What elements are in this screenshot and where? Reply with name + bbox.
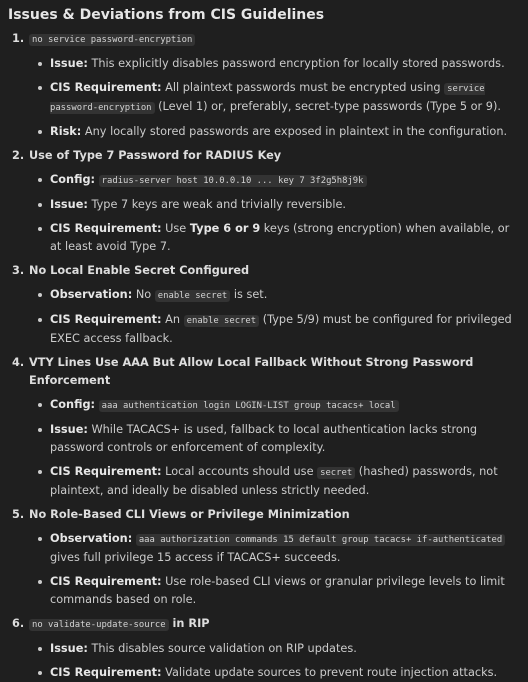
- issue-title: 5. No Role-Based CLI Views or Privilege …: [8, 506, 522, 524]
- point-label: CIS Requirement:: [50, 666, 162, 679]
- point-text: is set.: [233, 288, 268, 301]
- list-item: CIS Requirement: Local accounts should u…: [38, 463, 522, 500]
- issue-number: 3.: [12, 264, 25, 277]
- point-label: Risk:: [50, 125, 82, 138]
- list-item: Observation: aaa authorization commands …: [38, 530, 522, 567]
- point-label: Config:: [50, 173, 96, 186]
- point-label: Issue:: [50, 642, 88, 655]
- list-item: Config: radius-server host 10.0.0.10 ...…: [38, 171, 522, 190]
- inline-code: no service password-encryption: [29, 34, 196, 46]
- issue-points: Observation: aaa authorization commands …: [8, 530, 522, 609]
- issue-title-text: Use of Type 7 Password for RADIUS Key: [29, 149, 282, 162]
- issue-title: 6. no validate-update-source in RIP: [8, 615, 522, 634]
- issue-title-text: No Role-Based CLI Views or Privilege Min…: [29, 508, 350, 521]
- list-item: Risk: Any locally stored passwords are e…: [38, 123, 522, 141]
- inline-code: enable secret: [183, 315, 260, 327]
- issue-points: Observation: No enable secret is set. CI…: [8, 286, 522, 348]
- point-label: Issue:: [50, 423, 88, 436]
- point-text: An: [165, 313, 181, 326]
- issue-title: 3. No Local Enable Secret Configured: [8, 262, 522, 280]
- point-label: Issue:: [50, 198, 88, 211]
- issue-title-text: No Local Enable Secret Configured: [29, 264, 250, 277]
- point-label: CIS Requirement:: [50, 81, 162, 94]
- list-item: Observation: No enable secret is set.: [38, 286, 522, 305]
- inline-code: aaa authentication login LOGIN-LIST grou…: [98, 400, 399, 412]
- point-label: Issue:: [50, 57, 88, 70]
- point-label: CIS Requirement:: [50, 222, 162, 235]
- list-item: CIS Requirement: Use Type 6 or 9 keys (s…: [38, 220, 522, 256]
- issue-number: 1.: [12, 32, 25, 45]
- list-item: Issue: This disables source validation o…: [38, 640, 522, 658]
- issue-title-text: in RIP: [172, 617, 210, 630]
- issue-title-text: VTY Lines Use AAA But Allow Local Fallba…: [29, 356, 474, 387]
- issue-points: Issue: This disables source validation o…: [8, 640, 522, 682]
- point-emphasis: Type 6 or 9: [189, 222, 261, 235]
- inline-code: aaa authorization commands 15 default gr…: [135, 534, 506, 546]
- inline-code: radius-server host 10.0.0.10 ... key 7 3…: [98, 175, 367, 187]
- issue-item: 6. no validate-update-source in RIP Issu…: [8, 615, 522, 682]
- point-label: Config:: [50, 398, 96, 411]
- issue-points: Config: radius-server host 10.0.0.10 ...…: [8, 171, 522, 256]
- issue-number: 4.: [12, 356, 25, 369]
- issue-item: 4. VTY Lines Use AAA But Allow Local Fal…: [8, 354, 522, 500]
- point-text: Use: [165, 222, 187, 235]
- point-text: No: [135, 288, 152, 301]
- point-label: Observation:: [50, 288, 133, 301]
- issue-item: 1. no service password-encryption Issue:…: [8, 30, 522, 141]
- point-text: This explicitly disables password encryp…: [91, 57, 505, 70]
- document: Issues & Deviations from CIS Guidelines …: [0, 0, 528, 682]
- list-item: Config: aaa authentication login LOGIN-L…: [38, 396, 522, 415]
- list-item: Issue: While TACACS+ is used, fallback t…: [38, 421, 522, 457]
- issue-item: 2. Use of Type 7 Password for RADIUS Key…: [8, 147, 522, 256]
- point-text: (Level 1) or, preferably, secret-type pa…: [158, 100, 501, 113]
- issue-title: 2. Use of Type 7 Password for RADIUS Key: [8, 147, 522, 165]
- point-text: Any locally stored passwords are exposed…: [84, 125, 508, 138]
- point-text: gives full privilege 15 access if TACACS…: [50, 551, 341, 564]
- list-item: CIS Requirement: Validate update sources…: [38, 664, 522, 682]
- inline-code: enable secret: [154, 290, 231, 302]
- inline-code: no validate-update-source: [29, 619, 169, 631]
- point-label: CIS Requirement:: [50, 465, 162, 478]
- point-label: CIS Requirement:: [50, 575, 162, 588]
- issue-item: 3. No Local Enable Secret Configured Obs…: [8, 262, 522, 348]
- issues-list: 1. no service password-encryption Issue:…: [8, 30, 522, 682]
- issue-title: 4. VTY Lines Use AAA But Allow Local Fal…: [8, 354, 522, 390]
- point-text: This disables source validation on RIP u…: [91, 642, 357, 655]
- list-item: Issue: Type 7 keys are weak and triviall…: [38, 196, 522, 214]
- list-item: CIS Requirement: An enable secret (Type …: [38, 311, 522, 348]
- list-item: CIS Requirement: All plaintext passwords…: [38, 79, 522, 117]
- issue-points: Issue: This explicitly disables password…: [8, 55, 522, 141]
- issue-number: 5.: [12, 508, 25, 521]
- issue-number: 6.: [12, 617, 25, 630]
- point-text: Type 7 keys are weak and trivially rever…: [91, 198, 347, 211]
- list-item: Issue: This explicitly disables password…: [38, 55, 522, 73]
- point-text: All plaintext passwords must be encrypte…: [165, 81, 441, 94]
- issue-points: Config: aaa authentication login LOGIN-L…: [8, 396, 522, 500]
- point-text: While TACACS+ is used, fallback to local…: [50, 423, 478, 454]
- point-text: Local accounts should use: [165, 465, 314, 478]
- point-label: CIS Requirement:: [50, 313, 162, 326]
- inline-code: secret: [317, 467, 356, 479]
- point-label: Observation:: [50, 532, 133, 545]
- issue-item: 5. No Role-Based CLI Views or Privilege …: [8, 506, 522, 609]
- point-text: Validate update sources to prevent route…: [165, 666, 498, 679]
- list-item: CIS Requirement: Use role-based CLI view…: [38, 573, 522, 609]
- issue-title: 1. no service password-encryption: [8, 30, 522, 49]
- issue-number: 2.: [12, 149, 25, 162]
- page-title: Issues & Deviations from CIS Guidelines: [8, 7, 325, 23]
